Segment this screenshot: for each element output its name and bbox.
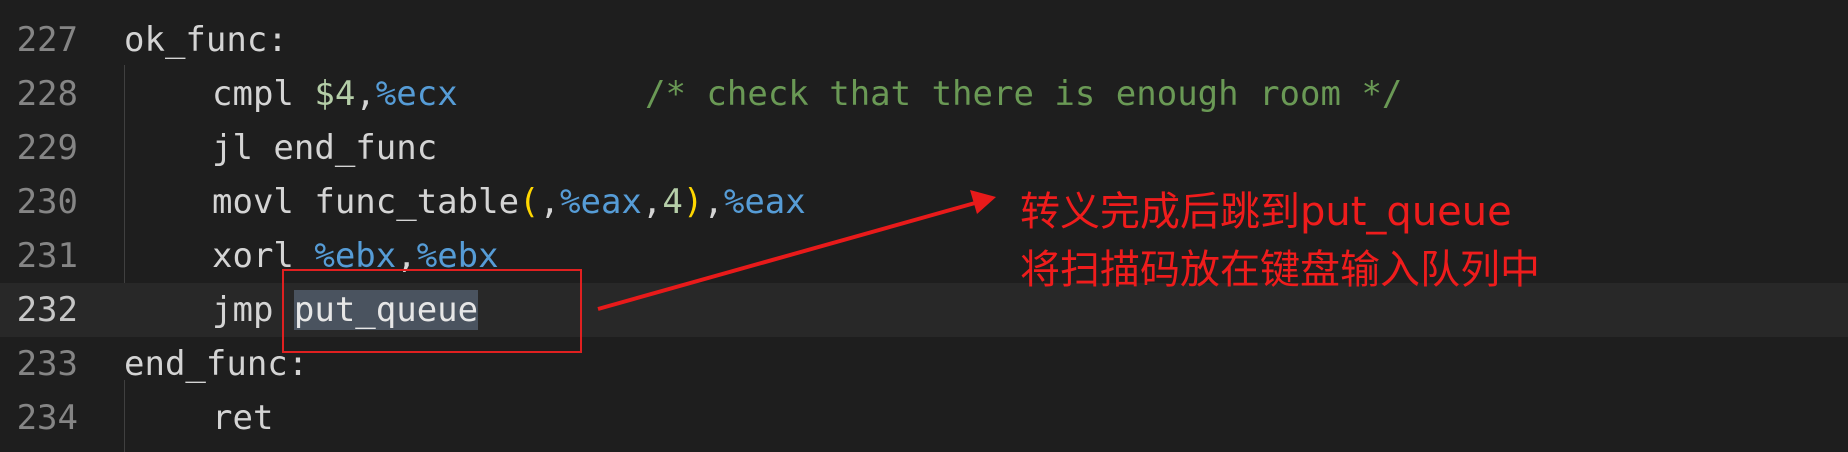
comma-token: , [355,74,376,114]
comma-token: , [641,182,663,222]
opcode-token: movl func_table [212,182,520,222]
line-number: 229 [16,128,78,168]
code-editor[interactable]: 227 ok_func: 228 cmpl $4,%ecx /* check t… [0,0,1848,452]
immediate-token: $4 [314,74,356,114]
code-line-234[interactable]: 234 ret [0,391,1848,445]
code-line-232[interactable]: 232 jmp put_queue [0,283,1848,337]
bracket-token: ( [519,182,540,222]
code-text[interactable]: movl func_table(,%eax,4),%eax [212,175,806,229]
code-text[interactable]: cmpl $4,%ecx [212,67,458,121]
code-text[interactable]: jl end_func [212,121,437,175]
code-line-233[interactable]: 233 end_func: [0,337,1848,391]
code-text[interactable]: ok_func: [124,13,288,67]
bracket-token: ) [682,182,704,222]
register-token: %ecx [375,74,458,114]
code-line-230[interactable]: 230 movl func_table(,%eax,4),%eax [0,175,1848,229]
opcode-token: cmpl [212,74,315,114]
code-line-228[interactable]: 228 cmpl $4,%ecx /* check that there is … [0,67,1848,121]
line-number: 234 [16,398,78,438]
annotation-line-1: 转义完成后跳到put_queue [1020,189,1512,235]
annotation-line-2: 将扫描码放在键盘输入队列中 [1020,247,1540,293]
label-token: ok_func: [124,20,288,60]
code-line-231[interactable]: 231 xorl %ebx,%ebx [0,229,1848,283]
code-text[interactable]: ret [212,391,273,445]
highlight-box [282,269,582,353]
code-line-227[interactable]: 227 ok_func: [0,13,1848,67]
comment-token: /* check that there is enough room */ [645,74,1403,114]
line-number: 230 [16,182,78,222]
code-line-229[interactable]: 229 jl end_func [0,121,1848,175]
number-token: 4 [662,182,683,222]
line-number: 233 [16,344,78,384]
register-token: %eax [723,182,806,222]
code-text[interactable]: end_func: [124,337,308,391]
line-number: 231 [16,236,78,276]
comma-token: , [539,182,561,222]
register-token: %eax [560,182,642,222]
line-number: 227 [16,20,78,60]
comma-token: , [703,182,724,222]
line-number: 228 [16,74,78,114]
line-number: 232 [16,290,78,330]
